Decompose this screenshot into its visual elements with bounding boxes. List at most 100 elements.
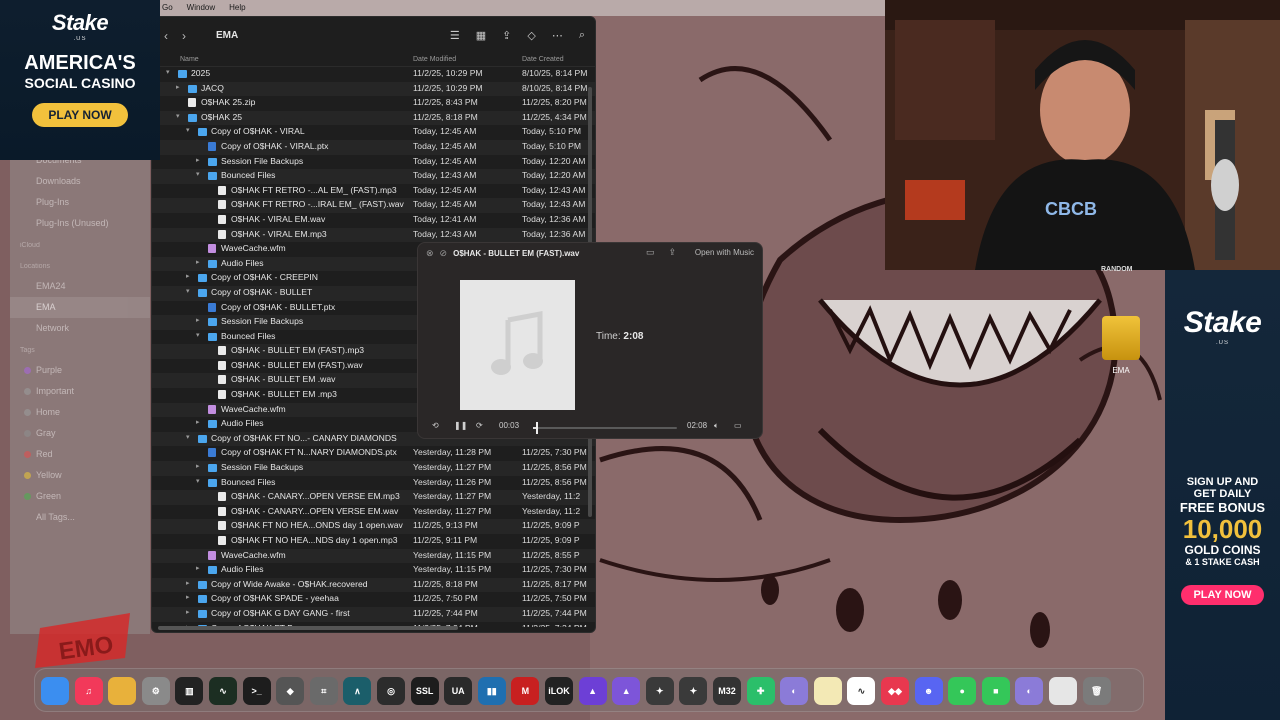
- screen2-icon[interactable]: ◐: [1015, 677, 1044, 705]
- play-now-button[interactable]: PLAY NOW: [1181, 585, 1264, 605]
- file-row[interactable]: ▾ Bounced Files Yesterday, 11:26 PM 11/2/25…: [152, 476, 595, 491]
- screen-icon[interactable]: ◐: [780, 677, 809, 705]
- notes-icon[interactable]: [813, 677, 842, 705]
- sidebar-item[interactable]: EMA: [10, 297, 150, 318]
- sidebar-item[interactable]: Yellow: [10, 465, 150, 486]
- finder-icon[interactable]: [41, 677, 69, 705]
- sidebar-item[interactable]: All Tags...: [10, 507, 150, 528]
- music-icon[interactable]: ♫: [74, 677, 103, 705]
- fullscreen-icon[interactable]: ⊘: [440, 248, 448, 259]
- back-icon[interactable]: ‹: [164, 29, 168, 43]
- file-row[interactable]: ▾ Bounced Files Today, 12:43 AM Today, 12:2…: [152, 169, 595, 184]
- sidebar-item[interactable]: Purple: [10, 360, 150, 381]
- facetime-icon[interactable]: ■: [981, 677, 1010, 705]
- disclosure-closed-icon[interactable]: ▸: [186, 593, 190, 601]
- ad-banner-right[interactable]: Stake .US SIGN UP AND GET DAILY FREE BON…: [1165, 270, 1280, 720]
- ssl-icon[interactable]: SSL: [410, 677, 439, 705]
- file-row[interactable]: ▸ Session File Backups Today, 12:45 AM Toda…: [152, 155, 595, 170]
- wave-app-icon[interactable]: ∧: [343, 677, 372, 705]
- file-row[interactable]: ▾ Copy of O$HAK - VIRAL Today, 12:45 AM Tod…: [152, 125, 595, 140]
- disclosure-open-icon[interactable]: ▾: [196, 170, 200, 178]
- settings-icon[interactable]: ⚙: [141, 677, 170, 705]
- skip-forward-icon[interactable]: ⟳: [476, 421, 483, 430]
- file-row[interactable]: ▸ Copy of O$HAK G DAY GANG - first 11/2/25…: [152, 606, 595, 622]
- disclosure-closed-icon[interactable]: ▸: [196, 418, 200, 426]
- file-row[interactable]: ▸ Audio Files Yesterday, 11:15 PM 11/2/25, …: [152, 563, 595, 578]
- file-row[interactable]: ▾ O$HAK 25 11/2/25, 8:18 PM 11/2/25, 4:34 P…: [152, 110, 595, 126]
- disclosure-open-icon[interactable]: ▾: [186, 433, 190, 441]
- column-date-modified[interactable]: Date Modified: [413, 56, 456, 63]
- menu-help[interactable]: Help: [229, 0, 245, 16]
- scrubber[interactable]: [533, 422, 677, 434]
- disclosure-open-icon[interactable]: ▾: [186, 126, 190, 134]
- file-row[interactable]: ▸ Session File Backups Yesterday, 11:27 PM…: [152, 461, 595, 476]
- file-row[interactable]: ▸ JACQ 11/2/25, 10:29 PM 8/10/25, 8:14 PM: [152, 81, 595, 97]
- skip-back-icon[interactable]: ⟲: [432, 421, 439, 430]
- desktop-drive-ema[interactable]: EMA: [1098, 316, 1144, 375]
- m32-icon[interactable]: M32: [713, 677, 741, 705]
- chrome-icon[interactable]: [108, 677, 137, 705]
- plugin-icon[interactable]: ✦: [645, 677, 674, 705]
- m-icon[interactable]: M: [511, 677, 540, 705]
- sidebar-item[interactable]: EMA24: [10, 276, 150, 297]
- disclosure-closed-icon[interactable]: ▸: [176, 83, 180, 91]
- disclosure-open-icon[interactable]: ▾: [186, 287, 190, 295]
- list-view-icon[interactable]: ☰: [450, 29, 460, 42]
- ad-banner-left[interactable]: Stake .US AMERICA'S SOCIAL CASINO PLAY N…: [0, 0, 160, 160]
- more-icon[interactable]: ⋯: [552, 29, 563, 42]
- open-with-music-button[interactable]: Open with Music: [695, 248, 754, 257]
- crop-icon[interactable]: ⌗: [309, 677, 338, 705]
- shortcut-icon[interactable]: ◆◆: [881, 677, 909, 705]
- trash-icon[interactable]: 🗑: [1082, 677, 1111, 705]
- sidebar-item[interactable]: Home: [10, 402, 150, 423]
- file-row[interactable]: WaveCache.wfm Yesterday, 11:15 PM 11/2/25,…: [152, 548, 595, 564]
- sidebar-item[interactable]: Downloads: [10, 171, 150, 192]
- sidebar-item[interactable]: Red: [10, 444, 150, 465]
- ghost-icon[interactable]: ✚: [746, 677, 775, 705]
- horizontal-scrollbar[interactable]: [158, 626, 458, 630]
- sidebar-item[interactable]: Plug-Ins (Unused): [10, 213, 150, 234]
- sidebar-item[interactable]: Important: [10, 381, 150, 402]
- sidebar-item[interactable]: Gray: [10, 423, 150, 444]
- a2-icon[interactable]: ▲: [612, 677, 641, 705]
- disclosure-closed-icon[interactable]: ▸: [196, 462, 200, 470]
- disclosure-closed-icon[interactable]: ▸: [186, 272, 190, 280]
- file-row[interactable]: Copy of O$HAK FT N...NARY DIAMONDS.ptx Ye…: [152, 446, 595, 461]
- activity-icon[interactable]: ∿: [209, 677, 237, 705]
- ilok-icon[interactable]: iLOK: [545, 677, 573, 705]
- scrubber-handle[interactable]: [536, 422, 539, 434]
- file-row[interactable]: Copy of O$HAK - VIRAL.ptx Today, 12:45 AM…: [152, 139, 595, 155]
- disclosure-closed-icon[interactable]: ▸: [186, 579, 190, 587]
- file-row[interactable]: O$HAK - CANARY...OPEN VERSE EM.wav Yester…: [152, 505, 595, 520]
- close-icon[interactable]: ⊗: [426, 248, 434, 259]
- file-row[interactable]: O$HAK - CANARY...OPEN VERSE EM.mp3 Yester…: [152, 490, 595, 505]
- disclosure-open-icon[interactable]: ▾: [166, 68, 170, 76]
- share-icon[interactable]: ⇪: [668, 247, 676, 258]
- file-row[interactable]: O$HAK - VIRAL EM.wav Today, 12:41 AM Today…: [152, 213, 595, 228]
- disclosure-closed-icon[interactable]: ▸: [186, 608, 190, 616]
- plugin2-icon[interactable]: ✦: [679, 677, 708, 705]
- sidebar-item[interactable]: Green: [10, 486, 150, 507]
- disclosure-closed-icon[interactable]: ▸: [196, 258, 200, 266]
- terminal-icon[interactable]: >_: [242, 677, 271, 705]
- share-icon[interactable]: ⇪: [502, 29, 511, 42]
- grid-view-icon[interactable]: ▦: [476, 29, 486, 42]
- disclosure-open-icon[interactable]: ▾: [176, 112, 180, 120]
- pause-icon[interactable]: ❚❚: [454, 421, 467, 430]
- forward-icon[interactable]: ›: [182, 29, 186, 43]
- menu-go[interactable]: Go: [162, 0, 173, 16]
- search-icon[interactable]: ⌕: [579, 29, 585, 42]
- disclosure-closed-icon[interactable]: ▸: [196, 564, 200, 572]
- file-row[interactable]: O$HAK - VIRAL EM.mp3 Today, 12:43 AM Today…: [152, 227, 595, 243]
- file-row[interactable]: O$HAK FT RETRO -...IRAL EM_ (FAST).wav To…: [152, 198, 595, 213]
- logic-icon[interactable]: ◆: [276, 677, 305, 705]
- column-date-created[interactable]: Date Created: [522, 56, 564, 63]
- tag-icon[interactable]: ◇: [527, 29, 535, 42]
- play-now-button[interactable]: PLAY NOW: [32, 103, 128, 127]
- disclosure-closed-icon[interactable]: ▸: [196, 316, 200, 324]
- disclosure-open-icon[interactable]: ▾: [196, 331, 200, 339]
- messages-icon[interactable]: ●: [948, 677, 977, 705]
- piano-icon[interactable]: ▥: [175, 677, 204, 705]
- pt-icon[interactable]: ◎: [377, 677, 405, 705]
- volume-icon[interactable]: 🔈︎: [714, 421, 719, 431]
